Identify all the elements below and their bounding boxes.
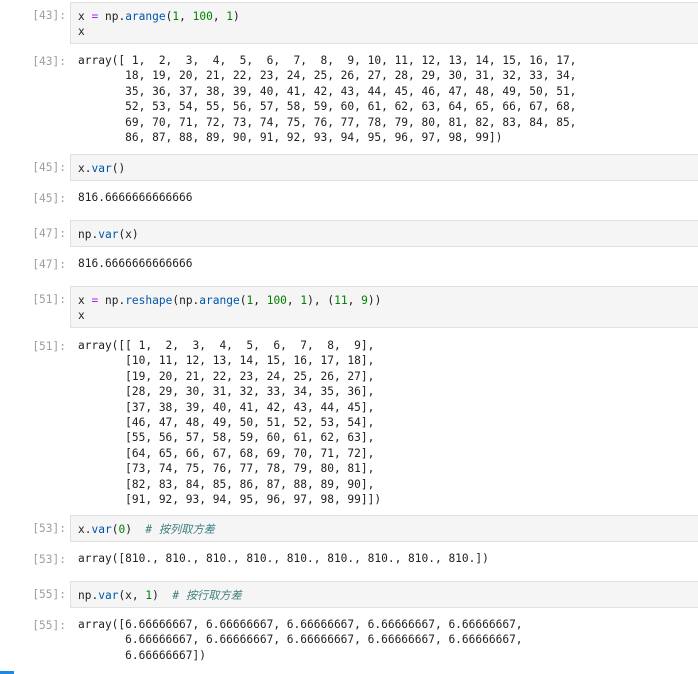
output-prompt: [45]: — [32, 192, 66, 205]
code-token: arange — [199, 294, 240, 307]
code-text: x = np.reshape(np.arange(1, 100, 1), (11… — [78, 293, 698, 324]
code-token: x — [78, 294, 92, 307]
code-token: np. — [78, 228, 99, 241]
code-text: x = np.arange(1, 100, 1) x — [78, 9, 698, 40]
code-token: arange — [125, 10, 166, 23]
code-token: np. — [98, 10, 126, 23]
code-token: 100 — [266, 294, 287, 307]
cell-output: array([[ 1, 2, 3, 4, 5, 6, 7, 8, 9], [10… — [78, 338, 698, 507]
code-token: 100 — [192, 10, 213, 23]
code-token: ) — [233, 10, 240, 23]
code-token: x — [78, 309, 85, 323]
code-token: ) — [152, 589, 173, 602]
code-token: , — [347, 294, 362, 307]
code-input-cell[interactable]: x.var(0) # 按列取方差 — [70, 515, 698, 542]
code-text: np.var(x) — [78, 227, 698, 242]
code-token: np. — [78, 589, 99, 602]
code-token: 9 — [361, 294, 368, 307]
code-text: x.var(0) # 按列取方差 — [78, 522, 698, 537]
code-token: 11 — [334, 294, 348, 307]
cell-output: array([810., 810., 810., 810., 810., 810… — [78, 551, 698, 566]
code-token: (np. — [172, 294, 200, 307]
output-prompt: [47]: — [32, 258, 66, 271]
code-token: x — [78, 10, 92, 23]
cell-output: 816.6666666666666 — [78, 190, 698, 205]
code-input-cell[interactable]: np.var(x, 1) # 按行取方差 — [70, 581, 698, 608]
code-token: ), ( — [307, 294, 335, 307]
code-token: , — [179, 10, 193, 23]
code-comment: # 按列取方差 — [145, 523, 215, 536]
cell-output: array([6.66666667, 6.66666667, 6.6666666… — [78, 617, 698, 663]
input-prompt: [47]: — [32, 227, 66, 240]
code-token: , — [212, 10, 227, 23]
code-token: (x, — [118, 589, 146, 602]
input-prompt: [53]: — [32, 522, 66, 535]
code-token: )) — [367, 294, 382, 307]
output-prompt: [43]: — [32, 55, 66, 68]
code-input-cell[interactable]: x = np.arange(1, 100, 1) x — [70, 2, 698, 44]
output-text: array([ 1, 2, 3, 4, 5, 6, 7, 8, 9, 10, 1… — [78, 54, 577, 145]
code-text: np.var(x, 1) # 按行取方差 — [78, 588, 698, 603]
code-token: x — [78, 25, 85, 39]
input-prompt: [51]: — [32, 293, 66, 306]
cell-output: array([ 1, 2, 3, 4, 5, 6, 7, 8, 9, 10, 1… — [78, 53, 698, 145]
code-token: np. — [98, 294, 126, 307]
output-text: 816.6666666666666 — [78, 257, 193, 270]
code-token: var — [98, 228, 119, 241]
code-token: () — [111, 162, 126, 175]
output-prompt: [53]: — [32, 553, 66, 566]
code-token: , — [286, 294, 301, 307]
code-input-cell[interactable]: x = np.reshape(np.arange(1, 100, 1), (11… — [70, 286, 698, 328]
code-token: var — [91, 162, 112, 175]
output-prompt: [51]: — [32, 340, 66, 353]
code-token: , — [253, 294, 267, 307]
input-prompt: [45]: — [32, 161, 66, 174]
output-text: 816.6666666666666 — [78, 191, 193, 204]
code-token: ) — [125, 523, 146, 536]
cell-output: 816.6666666666666 — [78, 256, 698, 271]
input-prompt: [43]: — [32, 9, 66, 22]
code-input-cell[interactable]: x.var() — [70, 154, 698, 181]
output-text: array([810., 810., 810., 810., 810., 810… — [78, 552, 489, 565]
output-prompt: [55]: — [32, 619, 66, 632]
code-token: (x) — [118, 228, 139, 241]
code-token: x. — [78, 162, 92, 175]
output-text: array([6.66666667, 6.66666667, 6.6666666… — [78, 618, 523, 662]
output-text: array([[ 1, 2, 3, 4, 5, 6, 7, 8, 9], [10… — [78, 339, 382, 507]
code-text: x.var() — [78, 161, 698, 176]
code-comment: # 按行取方差 — [172, 589, 242, 602]
input-prompt: [55]: — [32, 588, 66, 601]
code-token: var — [91, 523, 112, 536]
code-token: x. — [78, 523, 92, 536]
code-token: var — [98, 589, 119, 602]
code-input-cell[interactable]: np.var(x) — [70, 220, 698, 247]
code-token: reshape — [125, 294, 173, 307]
